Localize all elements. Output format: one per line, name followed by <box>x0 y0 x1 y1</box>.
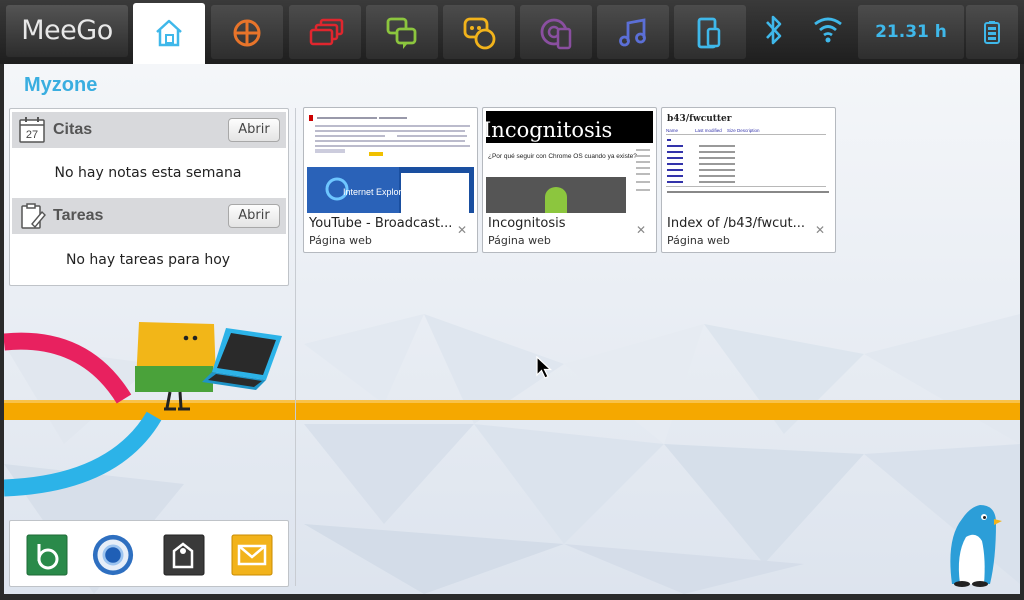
chat-icon <box>463 17 496 50</box>
tareas-open-button[interactable]: Abrir <box>228 204 280 228</box>
recent-page-title: Index of /b43/fwcut... <box>667 216 805 231</box>
incognitosis-thumb-text: ¿Por qué seguir con Chrome OS cuando ya … <box>488 153 637 160</box>
wifi-icon[interactable] <box>812 12 844 48</box>
calendar-day-label: 27 <box>26 129 38 141</box>
clock-display[interactable]: 21.31 h <box>858 5 964 59</box>
chat-tab-button[interactable] <box>443 5 515 59</box>
bisigi-app-icon[interactable] <box>25 534 69 576</box>
music-tab-button[interactable] <box>597 5 669 59</box>
close-icon[interactable]: ✕ <box>815 223 825 237</box>
zones-tab-button[interactable] <box>289 5 361 59</box>
people-icon <box>386 17 417 49</box>
index-thumbnail: b43/fwcutter Name Last modified Size Des… <box>665 111 832 213</box>
status-icon <box>233 19 261 47</box>
tareas-empty-message: No hay tareas para hoy <box>65 252 231 268</box>
battery-indicator[interactable] <box>966 5 1018 59</box>
home-icon <box>156 19 182 47</box>
close-icon[interactable]: ✕ <box>457 223 467 237</box>
favorite-apps-dock <box>9 520 289 587</box>
tag-app-icon[interactable] <box>162 534 206 576</box>
citas-empty-message: No hay notas esta semana <box>54 165 242 181</box>
top-toolbar: MeeGo 21.31 h <box>0 0 1024 64</box>
citas-open-button[interactable]: Abrir <box>228 118 280 142</box>
index-thumb-col-name: Name <box>666 128 679 133</box>
bluetooth-icon[interactable] <box>762 12 786 48</box>
people-tab-button[interactable] <box>366 5 438 59</box>
recent-page-type: Página web <box>309 234 372 247</box>
agenda-box: 27 Citas Abrir No hay notas esta semana … <box>9 108 289 286</box>
tareas-title: Tareas <box>53 207 104 224</box>
index-thumb-col-size: Size Description <box>727 128 760 133</box>
mouse-pointer-icon <box>536 356 553 379</box>
incognitosis-thumb-header: Incognitosis <box>486 118 612 142</box>
music-icon <box>619 18 646 47</box>
recent-page-type: Página web <box>667 234 730 247</box>
tareas-header: Tareas Abrir <box>12 198 286 234</box>
myzone-title: Myzone <box>24 74 98 96</box>
recent-page-title: Incognitosis <box>488 216 566 231</box>
devices-tab-button[interactable] <box>674 5 746 59</box>
calendar-icon: 27 <box>19 117 45 143</box>
zones-icon <box>309 18 344 46</box>
chromium-app-icon[interactable] <box>91 534 135 576</box>
citas-title: Citas <box>53 121 93 138</box>
status-tab-button[interactable] <box>211 5 283 59</box>
recent-page-card[interactable]: Internet Explorer 8 YouTube - Broadcast.… <box>303 107 478 253</box>
youtube-thumbnail: Internet Explorer 8 <box>307 111 474 213</box>
recent-page-card[interactable]: Incognitosis ¿Por qué seguir con Chrome … <box>482 107 657 253</box>
index-thumb-col-modified: Last modified <box>695 128 722 133</box>
battery-icon <box>984 21 1000 44</box>
tasks-icon <box>21 203 46 229</box>
devices-icon <box>697 17 721 49</box>
citas-header: 27 Citas Abrir <box>12 112 286 148</box>
web-tab-button[interactable] <box>520 5 592 59</box>
index-thumb-header: b43/fwcutter <box>667 114 732 124</box>
web-icon <box>540 18 572 50</box>
column-divider <box>295 108 296 586</box>
recent-page-card[interactable]: b43/fwcutter Name Last modified Size Des… <box>661 107 836 253</box>
myzone-panel: Myzone 27 Citas Abrir No hay notas esta … <box>4 64 1020 594</box>
incognitosis-thumbnail: Incognitosis ¿Por qué seguir con Chrome … <box>486 111 653 213</box>
penguin-mascot-icon <box>950 505 1002 587</box>
myzone-tab-button[interactable] <box>133 3 205 64</box>
recent-page-title: YouTube - Broadcast... <box>309 216 453 231</box>
mascot-laptop-illustration <box>135 322 282 411</box>
close-icon[interactable]: ✕ <box>636 223 646 237</box>
recent-page-type: Página web <box>488 234 551 247</box>
meego-logo[interactable]: MeeGo <box>6 5 128 57</box>
mail-app-icon[interactable] <box>230 534 274 576</box>
